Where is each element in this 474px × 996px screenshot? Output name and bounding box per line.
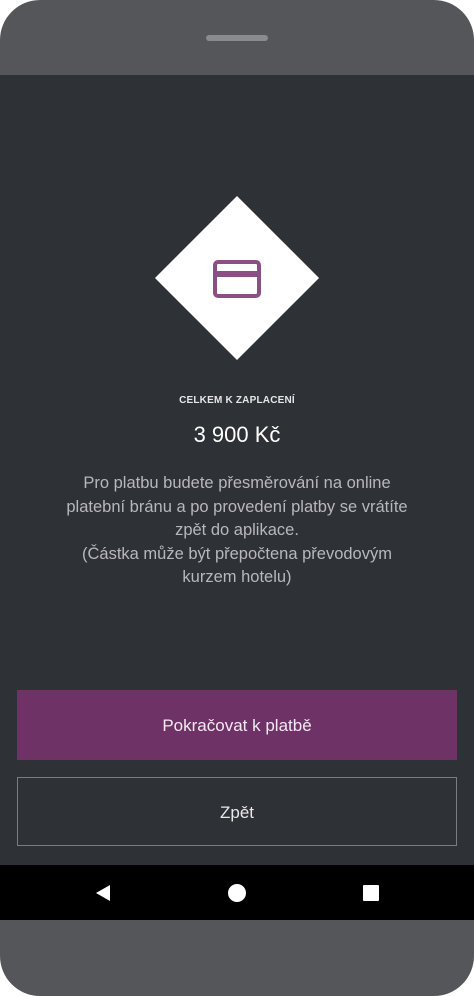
back-triangle-icon[interactable]: [94, 884, 112, 902]
payment-info-text: Pro platbu budete přesměrování na online…: [66, 474, 408, 586]
total-amount: 3 900 Kč: [193, 422, 281, 447]
phone-frame: CELKEM K ZAPLACENÍ 3 900 Kč Pro platbu b…: [0, 0, 474, 996]
home-circle-icon[interactable]: [228, 884, 246, 902]
credit-card-icon: [213, 260, 261, 298]
speaker-grille: [206, 35, 268, 41]
back-button[interactable]: Zpět: [17, 777, 457, 846]
android-navigation-bar: [0, 865, 474, 920]
continue-to-payment-button[interactable]: Pokračovat k platbě: [17, 690, 457, 760]
total-label: CELKEM K ZAPLACENÍ: [179, 395, 295, 406]
recent-apps-square-icon[interactable]: [363, 885, 379, 901]
payment-screen: CELKEM K ZAPLACENÍ 3 900 Kč Pro platbu b…: [0, 75, 474, 865]
payment-illustration: [154, 195, 320, 361]
